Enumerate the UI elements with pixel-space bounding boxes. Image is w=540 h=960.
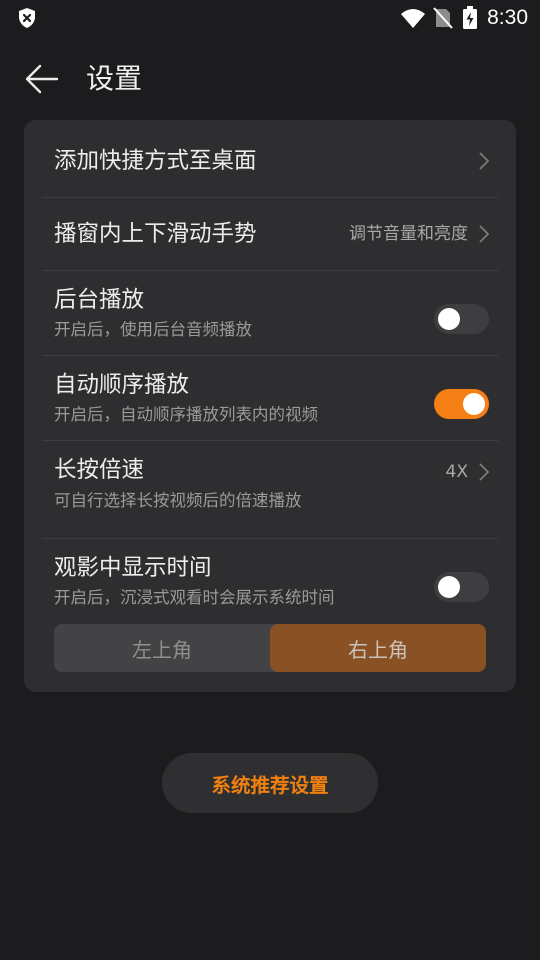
status-icons: 8:30 — [400, 5, 528, 31]
background-play-subtitle: 开启后，使用后台音频播放 — [54, 320, 252, 339]
shortcut-title: 添加快捷方式至桌面 — [54, 148, 257, 174]
auto-play-row: 自动顺序播放 开启后，自动顺序播放列表内的视频 — [24, 356, 516, 441]
gesture-setting-row[interactable]: 播窗内上下滑动手势 调节音量和亮度 — [24, 198, 516, 271]
toggle-knob — [463, 393, 485, 415]
shortcut-setting-row[interactable]: 添加快捷方式至桌面 — [24, 120, 516, 198]
background-play-row: 后台播放 开启后，使用后台音频播放 — [24, 271, 516, 356]
long-press-speed-value: 4X — [445, 462, 468, 482]
settings-card: 添加快捷方式至桌面 播窗内上下滑动手势 调节音量和亮度 后台播放 开启后，使用后… — [24, 120, 516, 692]
battery-charging-icon — [462, 6, 478, 30]
chevron-right-icon — [479, 225, 490, 243]
no-sim-icon — [433, 6, 453, 30]
status-bar: 8:30 — [0, 0, 540, 36]
clock-time: 8:30 — [487, 6, 528, 29]
page-title: 设置 — [86, 62, 143, 95]
back-button[interactable] — [22, 60, 62, 98]
time-position-left-option[interactable]: 左上角 — [54, 624, 270, 672]
time-position-right-option[interactable]: 右上角 — [270, 624, 486, 672]
long-press-speed-title: 长按倍速 — [54, 457, 145, 483]
show-time-row: 观影中显示时间 开启后，沉浸式观看时会展示系统时间 — [24, 539, 516, 614]
show-time-subtitle: 开启后，沉浸式观看时会展示系统时间 — [54, 588, 335, 607]
long-press-speed-subtitle: 可自行选择长按视频后的倍速播放 — [54, 491, 302, 510]
toggle-knob — [438, 576, 460, 598]
app-header: 设置 — [0, 50, 540, 108]
auto-play-toggle[interactable] — [434, 389, 489, 419]
toggle-knob — [438, 308, 460, 330]
auto-play-title: 自动顺序播放 — [54, 372, 190, 398]
back-arrow-icon — [25, 64, 59, 94]
system-recommended-settings-button[interactable]: 系统推荐设置 — [162, 753, 378, 813]
show-time-title: 观影中显示时间 — [54, 555, 212, 581]
shield-x-icon — [17, 7, 37, 33]
wifi-icon — [400, 7, 426, 29]
chevron-right-icon — [479, 152, 490, 170]
auto-play-subtitle: 开启后，自动顺序播放列表内的视频 — [54, 405, 318, 424]
background-play-title: 后台播放 — [54, 287, 145, 313]
long-press-speed-row[interactable]: 长按倍速 可自行选择长按视频后的倍速播放 4X — [24, 441, 516, 539]
time-position-selector: 左上角 右上角 — [54, 624, 486, 672]
gesture-value: 调节音量和亮度 — [349, 224, 468, 244]
gesture-title: 播窗内上下滑动手势 — [54, 221, 257, 247]
show-time-toggle[interactable] — [434, 572, 489, 602]
background-play-toggle[interactable] — [434, 304, 489, 334]
chevron-right-icon — [479, 463, 490, 481]
